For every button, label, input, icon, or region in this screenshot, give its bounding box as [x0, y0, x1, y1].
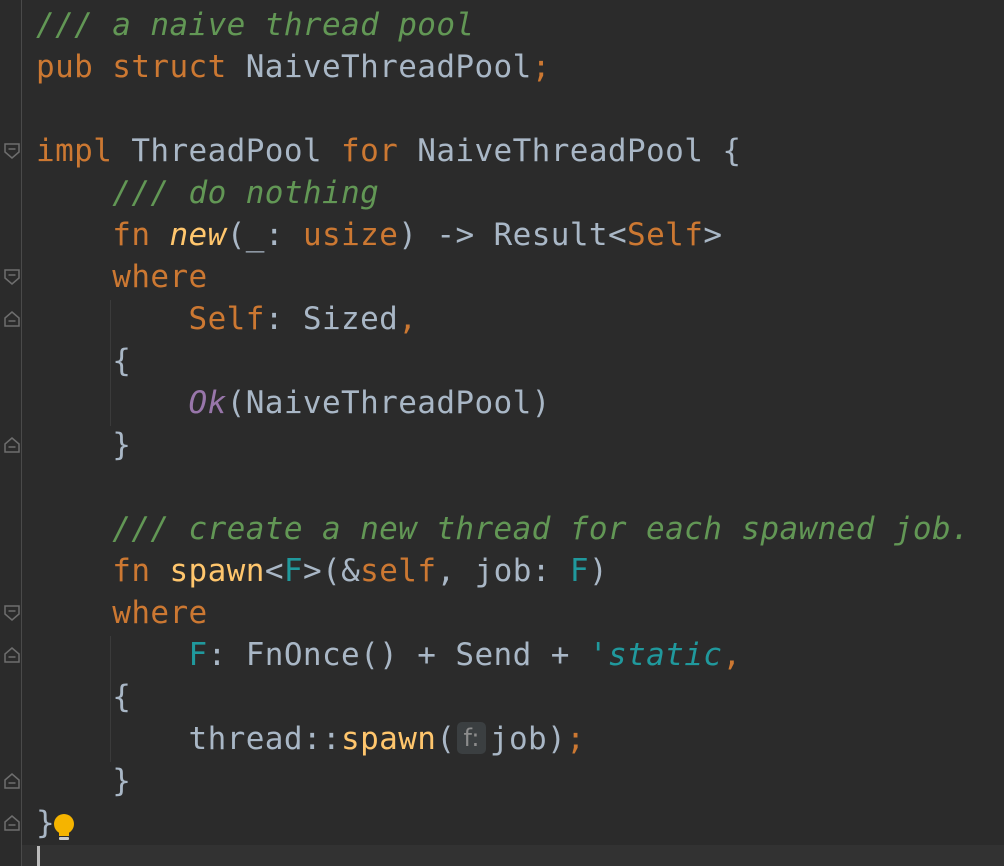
code-token: , job:	[436, 553, 570, 589]
code-token: ;	[531, 49, 551, 85]
lightbulb-icon[interactable]	[51, 813, 77, 843]
fold-end-icon[interactable]	[2, 771, 22, 791]
code-line[interactable]: {	[36, 340, 131, 382]
code-token: Self	[188, 301, 265, 337]
code-line[interactable]: thread::spawn(f: job);	[36, 718, 585, 760]
code-line[interactable]: where	[36, 256, 208, 298]
code-token: job)	[489, 721, 567, 757]
code-token: ThreadPool	[112, 133, 342, 169]
fold-open-icon[interactable]	[2, 267, 22, 287]
code-token: {	[36, 679, 132, 715]
code-token: <	[264, 553, 284, 589]
code-line[interactable]: }	[36, 760, 131, 802]
fold-open-icon[interactable]	[2, 603, 22, 623]
code-token: pub	[36, 49, 94, 85]
code-token: ,	[722, 637, 742, 673]
code-line[interactable]: where	[36, 592, 208, 634]
current-line-highlight	[22, 845, 1004, 866]
code-token: /// a naive thread pool	[36, 7, 475, 43]
code-line[interactable]: impl ThreadPool for NaiveThreadPool {	[36, 130, 741, 172]
code-token: new	[169, 217, 227, 253]
code-line[interactable]: {	[36, 676, 131, 718]
code-line[interactable]: /// create a new thread for each spawned…	[36, 508, 970, 550]
code-token: fn	[112, 553, 151, 589]
code-line[interactable]: fn spawn<F>(&self, job: F)	[36, 550, 608, 592]
code-token: (_:	[226, 217, 303, 253]
code-token: F	[569, 553, 589, 589]
code-token: (	[436, 721, 456, 757]
code-token: usize	[302, 217, 399, 253]
code-token: where	[112, 259, 208, 295]
text-caret	[37, 846, 40, 866]
code-token: for	[341, 133, 399, 169]
code-line[interactable]: Ok(NaiveThreadPool)	[36, 382, 551, 424]
code-token: Self	[627, 217, 704, 253]
code-token: self	[360, 553, 437, 589]
parameter-hint: f:	[457, 722, 486, 754]
code-token: >	[703, 217, 723, 253]
code-token: F	[283, 553, 303, 589]
code-token: ;	[566, 721, 586, 757]
code-token: >(&	[302, 553, 361, 589]
code-token: /// create a new thread for each spawned…	[112, 511, 971, 547]
code-line[interactable]: /// a naive thread pool	[36, 4, 474, 46]
code-token: }	[36, 763, 132, 799]
fold-end-icon[interactable]	[2, 309, 22, 329]
code-token: thread::	[36, 721, 342, 757]
code-line[interactable]: Self: Sized,	[36, 298, 417, 340]
code-token: NaiveThreadPool {	[398, 133, 742, 169]
code-token: 'static	[588, 637, 723, 673]
fold-open-icon[interactable]	[2, 141, 22, 161]
code-token: ,	[398, 301, 418, 337]
code-line[interactable]: pub struct NaiveThreadPool;	[36, 46, 551, 88]
code-token: : FnOnce() + Send +	[207, 637, 589, 673]
code-line[interactable]: /// do nothing	[36, 172, 379, 214]
code-token: spawn	[341, 721, 437, 757]
code-line[interactable]: }	[36, 424, 131, 466]
fold-end-icon[interactable]	[2, 435, 22, 455]
code-token: ) -> Result<	[398, 217, 628, 253]
code-token: impl	[36, 133, 113, 169]
code-token: Ok	[188, 385, 227, 421]
code-line[interactable]: fn new(_: usize) -> Result<Self>	[36, 214, 722, 256]
code-token: F	[188, 637, 208, 673]
code-token: where	[112, 595, 208, 631]
code-token: {	[36, 343, 132, 379]
editor-gutter[interactable]	[0, 0, 22, 866]
code-token: struct	[112, 49, 227, 85]
code-token: (NaiveThreadPool)	[226, 385, 551, 421]
code-line[interactable]: F: FnOnce() + Send + 'static,	[36, 634, 741, 676]
code-token: /// do nothing	[112, 175, 380, 211]
gutter-divider	[21, 0, 22, 866]
code-token: NaiveThreadPool	[226, 49, 532, 85]
fold-end-icon[interactable]	[2, 813, 22, 833]
code-token: : Sized	[264, 301, 399, 337]
code-token: }	[36, 427, 132, 463]
code-token: spawn	[169, 553, 265, 589]
code-editor[interactable]: /// a naive thread pool pub struct NaiveT…	[0, 0, 1004, 866]
code-token: fn	[112, 217, 151, 253]
fold-end-icon[interactable]	[2, 645, 22, 665]
code-token: )	[588, 553, 609, 589]
